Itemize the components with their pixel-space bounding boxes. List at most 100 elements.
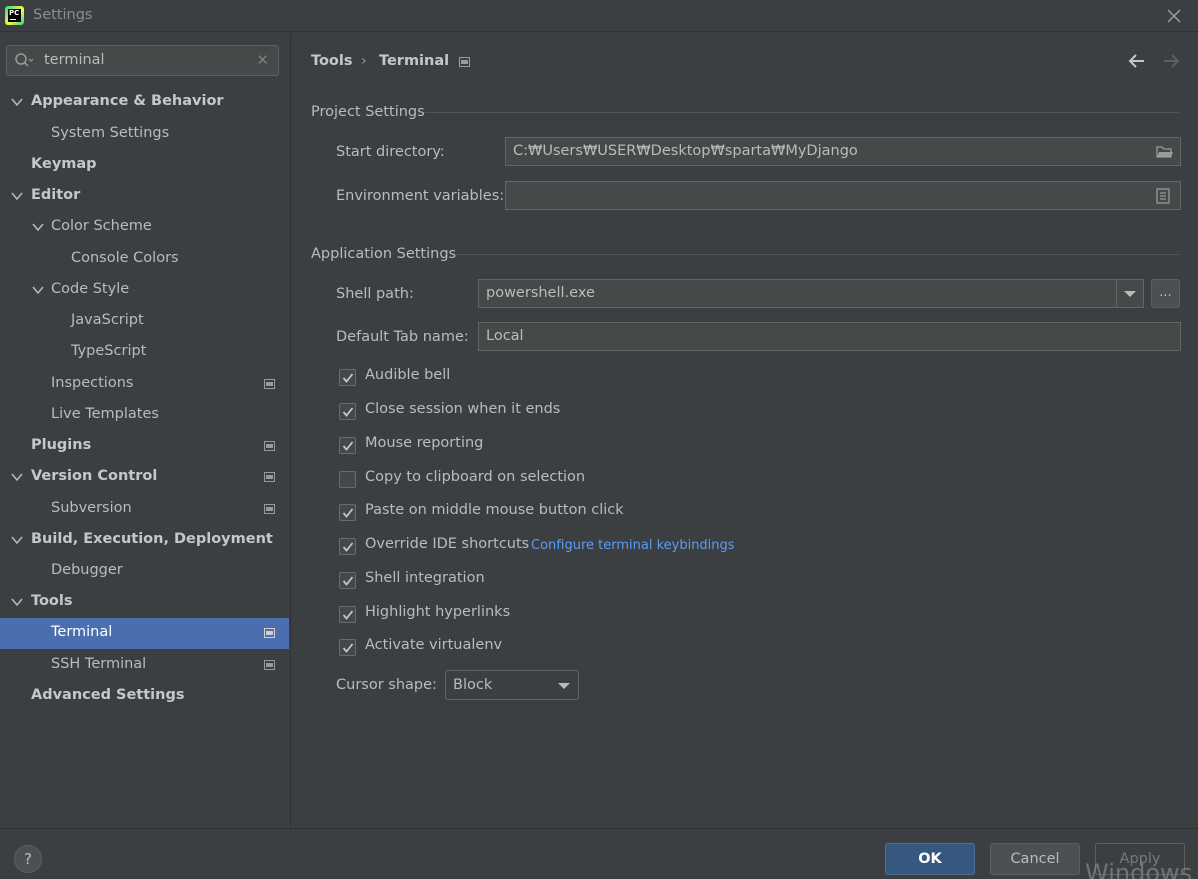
copy-to-clipboard-checkbox[interactable]: Copy to clipboard on selection [339,469,739,493]
sidebar-item-label: Subversion [51,500,132,516]
default-tab-name-field[interactable]: Local [478,322,1181,351]
search-input[interactable]: terminal ✕ [6,45,279,76]
checkbox-label[interactable]: Activate virtualenv [365,637,502,653]
checkmark-icon [342,542,354,552]
checkbox-box[interactable] [339,572,356,589]
checkbox-box[interactable] [339,639,356,656]
audible-bell-checkbox[interactable]: Audible bell [339,367,739,391]
chevron-down-icon[interactable] [32,284,44,296]
sidebar-item-subversion[interactable]: Subversion [0,494,289,525]
highlight-hyperlinks-checkbox[interactable]: Highlight hyperlinks [339,604,739,628]
checkmark-icon [342,508,354,518]
edit-document-icon[interactable] [1154,188,1172,204]
mouse-reporting-checkbox[interactable]: Mouse reporting [339,435,739,459]
close-icon[interactable] [1164,6,1184,26]
checkbox-box[interactable] [339,606,356,623]
folder-icon[interactable] [1156,144,1174,160]
sidebar-item-advanced-settings[interactable]: Advanced Settings [0,681,289,712]
cancel-button[interactable]: Cancel [990,843,1080,875]
sidebar-item-color-scheme[interactable]: Color Scheme [0,212,289,243]
checkmark-icon [342,576,354,586]
sidebar-item-label: Plugins [31,437,92,453]
sidebar-item-tools[interactable]: Tools [0,587,289,618]
configure-keybindings-link[interactable]: Configure terminal keybindings [531,538,735,553]
checkbox-label[interactable]: Close session when it ends [365,401,560,417]
sidebar-item-system-settings[interactable]: System Settings [0,119,289,150]
breadcrumb-separator-icon: › [361,53,367,69]
project-level-icon [264,379,275,389]
sidebar-item-live-templates[interactable]: Live Templates [0,400,289,431]
sidebar-item-label: Editor [31,187,81,203]
chevron-down-icon[interactable] [11,596,23,608]
checkbox-box[interactable] [339,437,356,454]
checkbox-label[interactable]: Audible bell [365,367,450,383]
environment-variables-label: Environment variables: [336,188,505,204]
sidebar-item-label: Code Style [51,281,130,297]
sidebar-item-label: Color Scheme [51,218,152,234]
sidebar-item-label: JavaScript [71,312,144,328]
sidebar-item-ssh-terminal[interactable]: SSH Terminal [0,650,289,681]
sidebar-item-javascript[interactable]: JavaScript [0,306,289,337]
checkbox-box[interactable] [339,471,356,488]
sidebar-item-appearance-behavior[interactable]: Appearance & Behavior [0,87,289,118]
sidebar-item-build-execution-deployment[interactable]: Build, Execution, Deployment [0,525,289,556]
chevron-down-icon[interactable] [32,221,44,233]
chevron-down-icon[interactable] [11,96,23,108]
shell-path-dropdown[interactable] [1116,280,1143,307]
browse-shell-button[interactable]: ... [1151,279,1180,308]
checkbox-label[interactable]: Mouse reporting [365,435,483,451]
project-level-icon [264,441,275,451]
activate-virtualenv-checkbox[interactable]: Activate virtualenv [339,637,739,661]
checkmark-icon [342,407,354,417]
cursor-shape-select[interactable]: Block [445,670,579,700]
checkbox-label[interactable]: Override IDE shortcuts [365,536,529,552]
chevron-down-icon[interactable] [11,471,23,483]
checkbox-label[interactable]: Copy to clipboard on selection [365,469,585,485]
sidebar-item-label: Build, Execution, Deployment [31,531,273,547]
sidebar-item-keymap[interactable]: Keymap [0,150,289,181]
project-level-icon [264,660,275,670]
chevron-down-icon [1124,291,1136,297]
paste-middle-click-checkbox[interactable]: Paste on middle mouse button click [339,502,739,526]
sidebar-item-version-control[interactable]: Version Control [0,462,289,493]
sidebar-item-label: Live Templates [51,406,159,422]
sidebar-item-inspections[interactable]: Inspections [0,369,289,400]
environment-variables-field[interactable] [505,181,1181,210]
breadcrumb-parent[interactable]: Tools [311,53,353,69]
sidebar-item-terminal[interactable]: Terminal [0,618,289,649]
override-ide-shortcuts-checkbox[interactable]: Override IDE shortcuts [339,536,529,560]
sidebar-item-label: Keymap [31,156,97,172]
sidebar-item-code-style[interactable]: Code Style [0,275,289,306]
ok-button[interactable]: OK [885,843,975,875]
sidebar-item-editor[interactable]: Editor [0,181,289,212]
start-directory-field[interactable]: C:₩Users₩USER₩Desktop₩sparta₩MyDjango [505,137,1181,166]
settings-sidebar: terminal ✕ Appearance & Behavior System … [0,33,289,828]
chevron-down-icon[interactable] [11,534,23,546]
sidebar-item-plugins[interactable]: Plugins [0,431,289,462]
sidebar-item-console-colors[interactable]: Console Colors [0,244,289,275]
sidebar-item-label: Tools [31,593,73,609]
shell-path-label: Shell path: [336,286,414,302]
checkbox-box[interactable] [339,504,356,521]
sidebar-item-typescript[interactable]: TypeScript [0,337,289,368]
checkbox-box[interactable] [339,403,356,420]
checkmark-icon [342,610,354,620]
forward-arrow-icon[interactable] [1161,52,1181,70]
checkbox-box[interactable] [339,369,356,386]
application-settings-title: Application Settings [311,246,457,262]
shell-path-combobox[interactable]: powershell.exe [478,279,1144,308]
checkbox-box[interactable] [339,538,356,555]
shell-integration-checkbox[interactable]: Shell integration [339,570,739,594]
help-button[interactable]: ? [14,845,42,873]
project-level-icon [264,472,275,482]
sidebar-item-label: System Settings [51,125,170,141]
search-icon [14,52,34,70]
checkbox-label[interactable]: Shell integration [365,570,485,586]
sidebar-item-debugger[interactable]: Debugger [0,556,289,587]
clear-search-icon[interactable]: ✕ [256,51,269,69]
checkbox-label[interactable]: Paste on middle mouse button click [365,502,624,518]
back-arrow-icon[interactable] [1127,52,1147,70]
close-session-checkbox[interactable]: Close session when it ends [339,401,739,425]
checkbox-label[interactable]: Highlight hyperlinks [365,604,510,620]
chevron-down-icon[interactable] [11,190,23,202]
